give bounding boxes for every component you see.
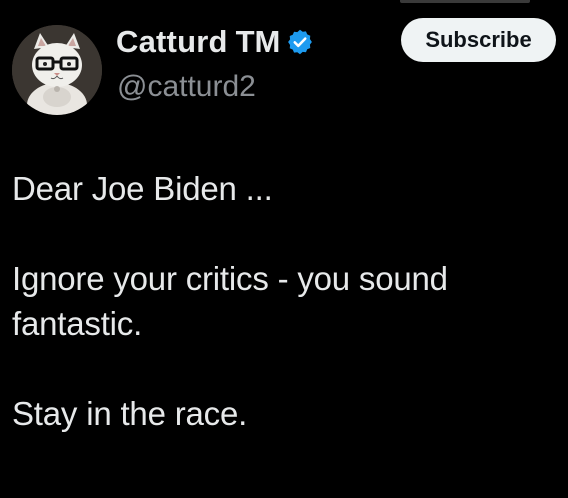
cat-with-glasses-avatar-icon — [12, 25, 102, 115]
tweet-line: Ignore your critics - you sound — [12, 260, 448, 297]
tweet-line: Dear Joe Biden ... — [12, 170, 273, 207]
subscribe-button[interactable]: Subscribe — [401, 18, 556, 62]
verified-badge-icon — [286, 28, 314, 56]
tweet-header: Catturd TM @catturd2 Subscribe — [12, 18, 556, 115]
author-handle[interactable]: @catturd2 — [117, 70, 256, 104]
author-name-suffix: TM — [235, 24, 281, 59]
author-name-row: Catturd TM — [116, 20, 314, 64]
top-edge-divider — [400, 0, 530, 3]
author-display-name[interactable]: Catturd — [116, 24, 228, 60]
avatar[interactable] — [12, 25, 102, 115]
tweet-line: fantastic. — [12, 305, 143, 342]
tweet-line: Stay in the race. — [12, 395, 248, 432]
tweet-text: Dear Joe Biden ... Ignore your critics -… — [12, 166, 556, 436]
